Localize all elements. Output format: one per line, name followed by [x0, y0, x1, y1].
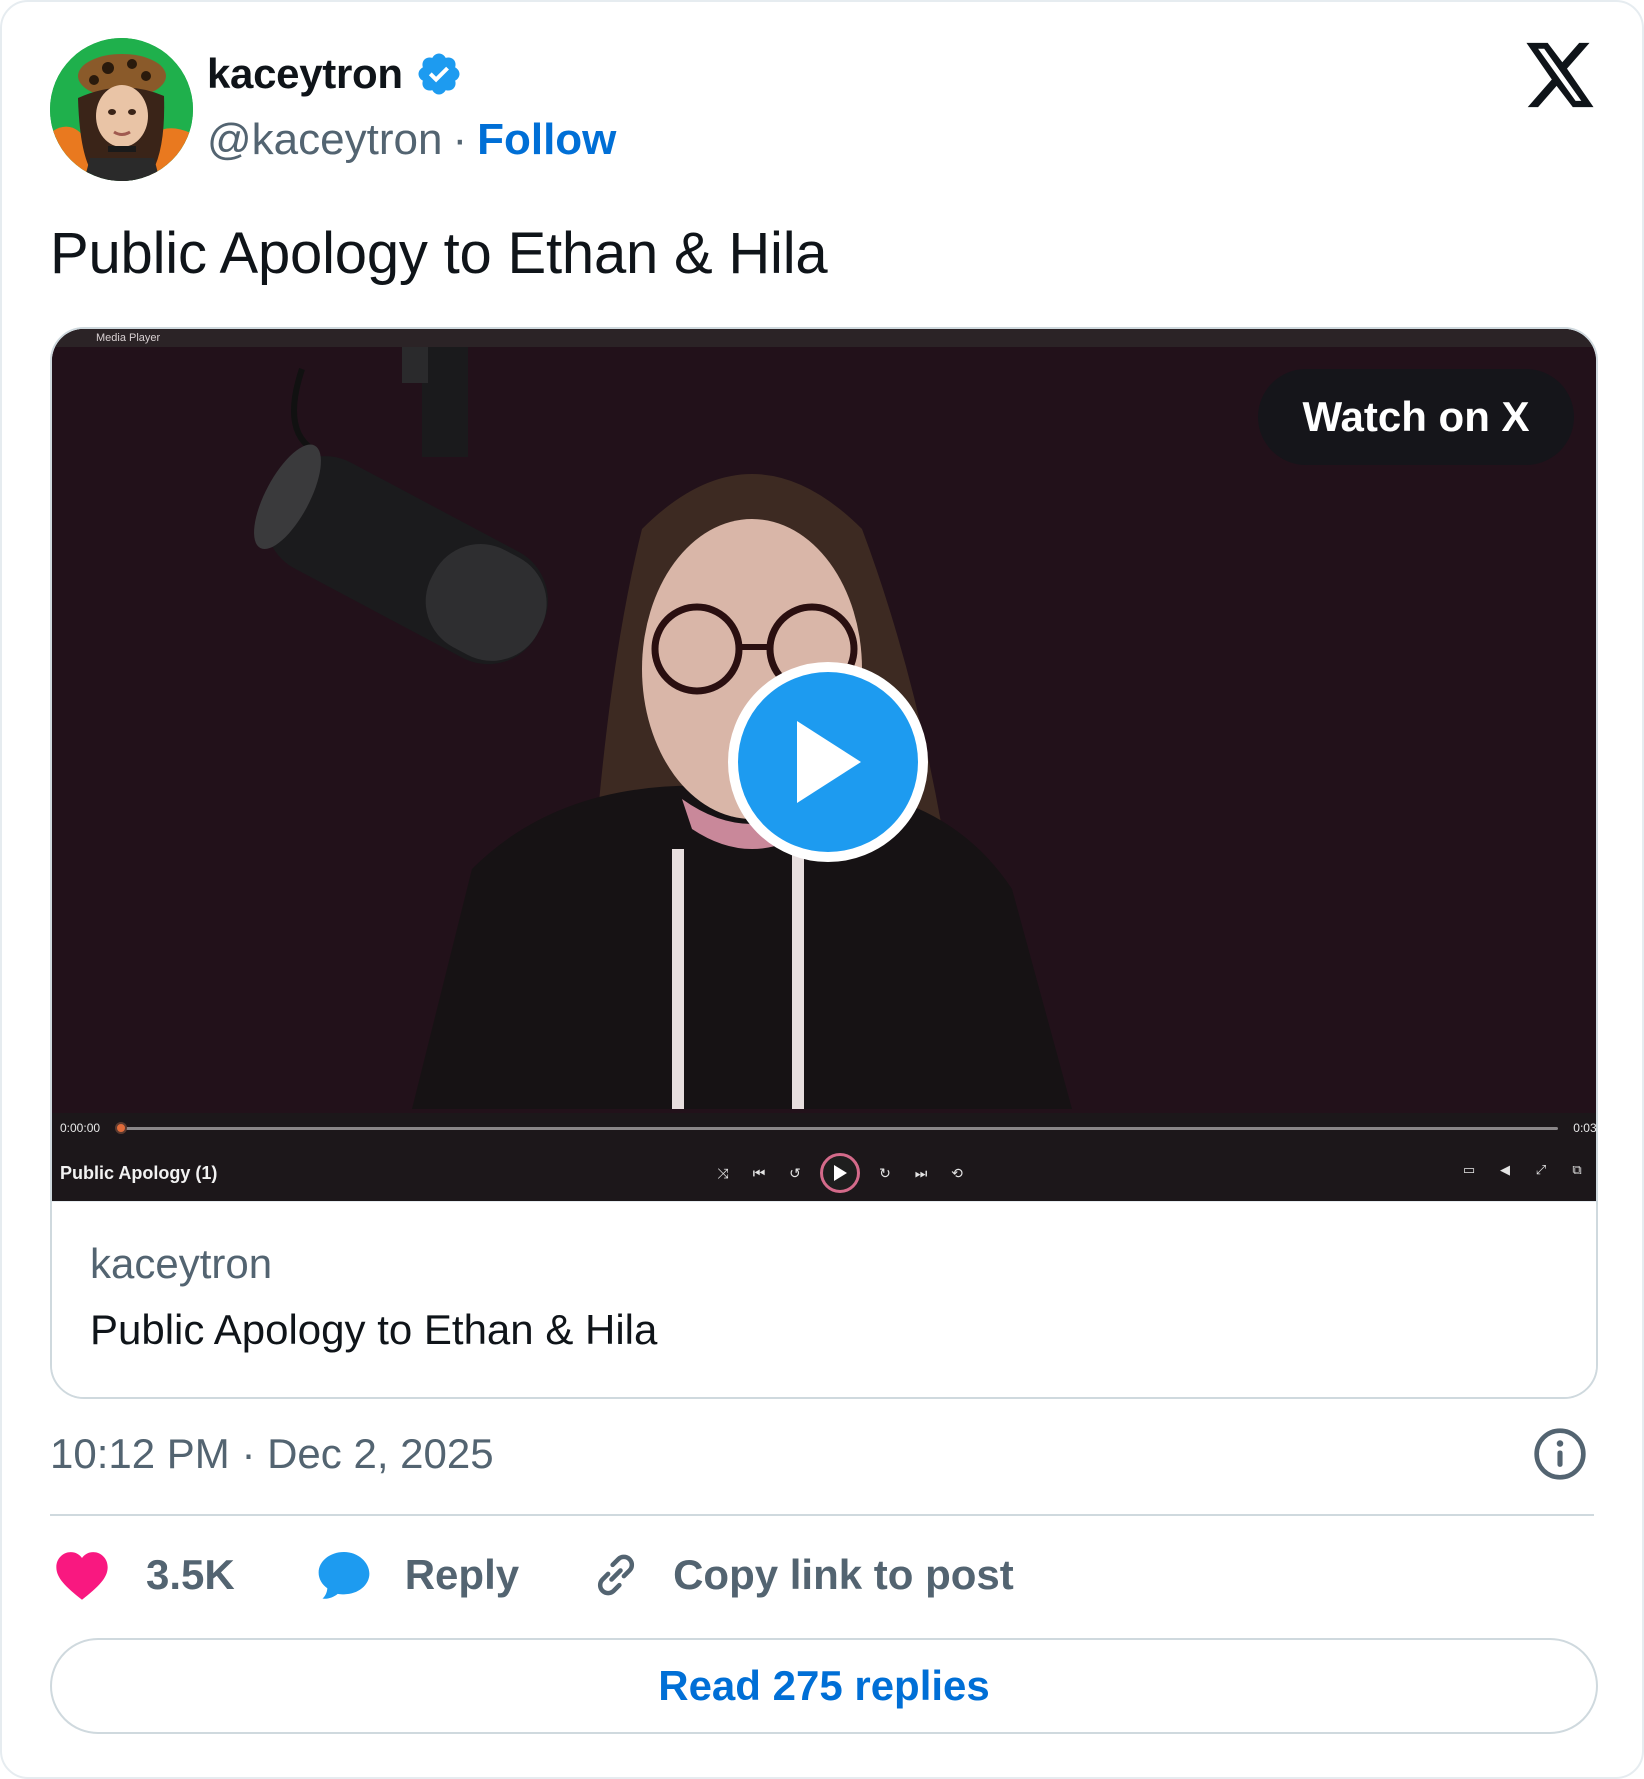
speech-bubble-icon [318, 1552, 370, 1599]
separator-dot: · [452, 115, 468, 164]
link-icon [598, 1554, 635, 1596]
link-card-meta[interactable]: kaceytron Public Apology to Ethan & Hila [52, 1201, 1596, 1397]
shuffle-icon[interactable]: ⤨ [712, 1162, 734, 1184]
author-name-row: kaceytron [207, 50, 463, 98]
like-button[interactable]: 3.5K [54, 1548, 235, 1602]
divider [50, 1514, 1594, 1516]
time-total: 0:03: [1573, 1121, 1598, 1135]
info-icon[interactable] [1532, 1426, 1588, 1482]
seek-track[interactable] [120, 1127, 1558, 1130]
next-icon[interactable]: ⏭ [910, 1162, 932, 1184]
embedded-post-card: kaceytron @kaceytron · Follow Public Apo… [0, 0, 1644, 1779]
avatar[interactable] [50, 38, 193, 181]
fullscreen-icon[interactable]: ⤢ [1532, 1161, 1550, 1179]
captions-icon[interactable]: ▭ [1460, 1161, 1478, 1179]
author-handle-row: @kaceytron · Follow [207, 115, 616, 165]
post-actions: 3.5K Reply Copy link to post [54, 1544, 1014, 1606]
copy-link-button[interactable]: Copy link to post [589, 1548, 1014, 1602]
media-player-controls: 0:00:00 0:03: Public Apology (1) ⤨ ⏮ ↺ ↻… [52, 1113, 1598, 1201]
author-handle[interactable]: @kaceytron [207, 115, 442, 165]
like-count: 3.5K [146, 1551, 235, 1598]
play-icon [797, 721, 861, 803]
seek-thumb[interactable] [115, 1122, 127, 1134]
x-logo-icon[interactable] [1526, 42, 1596, 108]
heart-icon [56, 1552, 108, 1600]
reply-label: Reply [404, 1551, 520, 1598]
small-play-icon [834, 1165, 847, 1181]
rewind-10-icon[interactable]: ↺ [784, 1162, 806, 1184]
link-card-author: kaceytron [90, 1240, 273, 1287]
follow-button[interactable]: Follow [477, 115, 616, 165]
media-player-window-title: Media Player [96, 332, 161, 344]
video-player[interactable]: Media Player Watch on X 0:00:00 0:03: Pu… [52, 329, 1598, 1201]
player-play-button[interactable] [820, 1153, 860, 1193]
read-replies-button[interactable]: Read 275 replies [50, 1638, 1598, 1734]
repeat-off-icon[interactable]: ⟲ [946, 1162, 968, 1184]
clip-title: Public Apology (1) [60, 1163, 218, 1183]
post-text: Public Apology to Ethan & Hila [50, 221, 828, 286]
media-card[interactable]: Media Player Watch on X 0:00:00 0:03: Pu… [50, 327, 1598, 1399]
avatar-image [50, 38, 193, 181]
time-elapsed: 0:00:00 [60, 1121, 101, 1135]
previous-icon[interactable]: ⏮ [748, 1162, 770, 1184]
forward-30-icon[interactable]: ↻ [874, 1162, 896, 1184]
author-display-name[interactable]: kaceytron [207, 50, 403, 98]
playback-controls: ⤨ ⏮ ↺ ↻ ⏭ ⟲ [712, 1153, 968, 1193]
reply-button[interactable]: Reply [315, 1546, 519, 1604]
volume-icon[interactable]: ◀ [1496, 1161, 1514, 1179]
player-extra-controls: ▭ ◀ ⤢ ⧉ [1460, 1161, 1586, 1179]
verified-badge-icon [418, 53, 460, 95]
link-card-title: Public Apology to Ethan & Hila [90, 1306, 658, 1353]
media-player-titlebar: Media Player [52, 329, 1596, 347]
play-button[interactable] [728, 662, 928, 862]
watch-on-x-button[interactable]: Watch on X [1258, 369, 1574, 465]
copy-link-label: Copy link to post [673, 1551, 1014, 1598]
post-timestamp[interactable]: 10:12 PM · Dec 2, 2025 [50, 1430, 494, 1478]
miniplayer-icon[interactable]: ⧉ [1568, 1161, 1586, 1179]
